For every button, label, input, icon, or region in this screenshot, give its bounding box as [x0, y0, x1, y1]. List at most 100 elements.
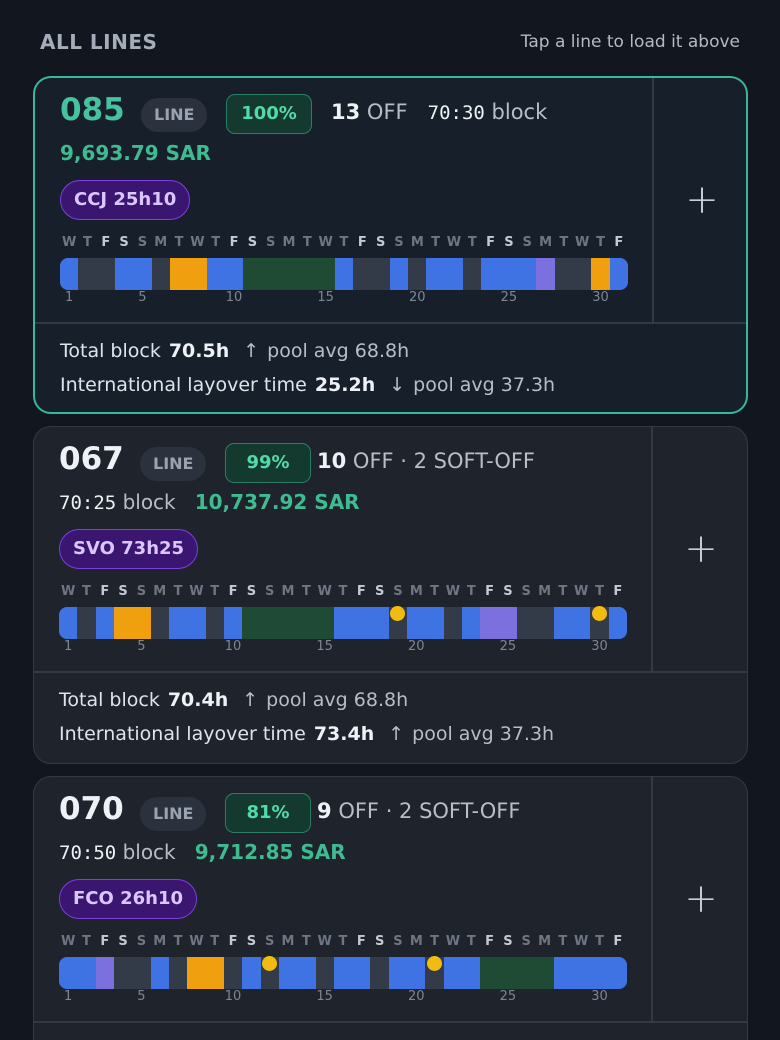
off-label: OFF [338, 799, 379, 823]
weekday-label: M [409, 584, 423, 599]
weekday-label: F [485, 584, 494, 599]
calendar-segment-blue [389, 258, 409, 290]
off-count: 10 [317, 449, 347, 473]
weekday-label: T [339, 235, 349, 250]
match-percent-badge: 99% [225, 443, 311, 483]
weekday-label: T [466, 934, 476, 949]
add-line-button[interactable]: + [653, 427, 747, 671]
weekday-label: T [338, 584, 348, 599]
calendar-weekdays: WTFSSMTWTFSSMTWTFSSMTWTFSSMTWTF [59, 584, 627, 602]
calendar-segment-blue [388, 957, 426, 989]
weekday-label: S [246, 584, 257, 599]
line-type-badge: LINE [140, 797, 207, 831]
calendar-segment-green [243, 258, 335, 290]
line-number: 067 [59, 441, 124, 477]
add-line-button[interactable]: + [653, 777, 747, 1021]
calendar-segment-purple [536, 258, 555, 290]
calendar-weekdays: WTFSSMTWTFSSMTWTFSSMTWTFSSMTWTF [59, 934, 627, 952]
calendar-segment-blue [481, 258, 537, 290]
block-label: block [122, 490, 176, 514]
line-card-main[interactable]: 070 LINE 81% 9 OFF · 2 SOFT-OFF 70:50 bl… [34, 777, 651, 1021]
calendar-segment-blue [60, 258, 79, 290]
line-number: 085 [60, 92, 125, 128]
calendar-segment-green [480, 957, 554, 989]
weekday-label: M [153, 584, 167, 599]
line-type-badge: LINE [141, 98, 208, 132]
weekday-label: T [210, 934, 220, 949]
day-number-label: 10 [224, 989, 242, 1004]
weekday-label: S [394, 235, 404, 250]
day-number-label: 30 [591, 639, 608, 654]
calendar-day-numbers: 1 5 10 15 20 25 30 [59, 989, 627, 1007]
stat-label: International layover time [60, 374, 307, 396]
weekday-label: T [595, 934, 604, 949]
weekday-label: W [317, 584, 332, 599]
soft-off-label: · 2 SOFT-OFF [400, 449, 536, 473]
calendar-segment-purple [95, 957, 114, 989]
line-card-067[interactable]: 067 LINE 99% 10 OFF · 2 SOFT-OFF 70:25 b… [33, 426, 748, 764]
card-divider [35, 322, 746, 324]
day-number-label: 25 [500, 290, 518, 305]
calendar-segment-blue [443, 957, 481, 989]
weekday-label: T [595, 584, 604, 599]
off-count: 9 [317, 799, 332, 823]
stat-pool-avg: pool avg 37.3h [412, 723, 555, 745]
add-line-button[interactable]: + [654, 78, 746, 322]
weekday-label: T [431, 235, 441, 250]
weekday-label: T [83, 235, 92, 250]
line-stats: Total block 70.4h ↑ pool avg 68.8h Internat… [59, 683, 719, 751]
day-number-label: 1 [64, 989, 73, 1004]
weekday-label: T [430, 584, 440, 599]
line-stats: Total block 70.5h ↑ pool avg 68.8h Internat… [60, 334, 720, 402]
calendar-segment-blue [553, 607, 591, 639]
calendar-segment-blue [223, 607, 243, 639]
weekday-label: W [318, 235, 333, 250]
calendar-segment-blue [242, 957, 261, 989]
calendar-segment-blue [334, 258, 354, 290]
calendar-segment-blue [333, 607, 389, 639]
weekday-label: S [521, 934, 531, 949]
weekday-label: S [265, 584, 275, 599]
line-card-085[interactable]: 085 LINE 100% 13 OFF 70:30 block 9,693.7… [33, 76, 748, 414]
line-card-070[interactable]: 070 LINE 81% 9 OFF · 2 SOFT-OFF 70:50 bl… [33, 776, 748, 1040]
weekday-label: T [82, 584, 91, 599]
weekday-label: S [118, 584, 128, 599]
stat-value: 73.4h [313, 723, 375, 745]
weekday-label: F [101, 235, 111, 250]
stat-label: International layover time [59, 723, 306, 745]
card-divider [34, 671, 747, 673]
calendar-bar [59, 957, 627, 989]
weekday-label: F [486, 235, 495, 250]
calendar-weekdays: WTFSSMTWTFSSMTWTFSSMTWTFSSMTWTF [60, 235, 628, 253]
plus-icon: + [685, 177, 719, 223]
day-number-label: 5 [137, 639, 146, 654]
weekday-label: F [228, 934, 238, 949]
day-number-label: 5 [137, 989, 146, 1004]
soft-off-dot [592, 606, 608, 621]
weekday-label: T [82, 934, 91, 949]
weekday-label: S [265, 934, 275, 949]
weekday-label: S [374, 934, 385, 949]
day-number-label: 1 [65, 290, 74, 305]
weekday-label: T [596, 235, 605, 250]
arrow-up-icon: ↑ [388, 723, 405, 745]
section-header: ALL LINES Tap a line to load it above [0, 0, 780, 76]
weekday-label: M [281, 584, 295, 599]
match-percent-badge: 100% [226, 94, 312, 134]
weekday-label: T [430, 934, 440, 949]
line-card-main[interactable]: 067 LINE 99% 10 OFF · 2 SOFT-OFF 70:25 b… [34, 427, 651, 671]
weekday-label: S [266, 235, 276, 250]
calendar-segment-blue [553, 957, 627, 989]
weekday-label: T [301, 934, 311, 949]
weekday-label: F [100, 584, 110, 599]
line-card-main[interactable]: 085 LINE 100% 13 OFF 70:30 block 9,693.7… [35, 78, 652, 322]
calendar-segment-blue [278, 957, 316, 989]
section-title: ALL LINES [40, 30, 158, 54]
calendar-segment-blue [95, 607, 114, 639]
calendar-segment-blue [609, 258, 628, 290]
stat-label: Total block [59, 689, 160, 711]
weekday-label: W [60, 584, 76, 599]
weekday-label: W [317, 934, 332, 949]
weekday-label: S [119, 235, 129, 250]
calendar-segment-blue [407, 607, 444, 639]
